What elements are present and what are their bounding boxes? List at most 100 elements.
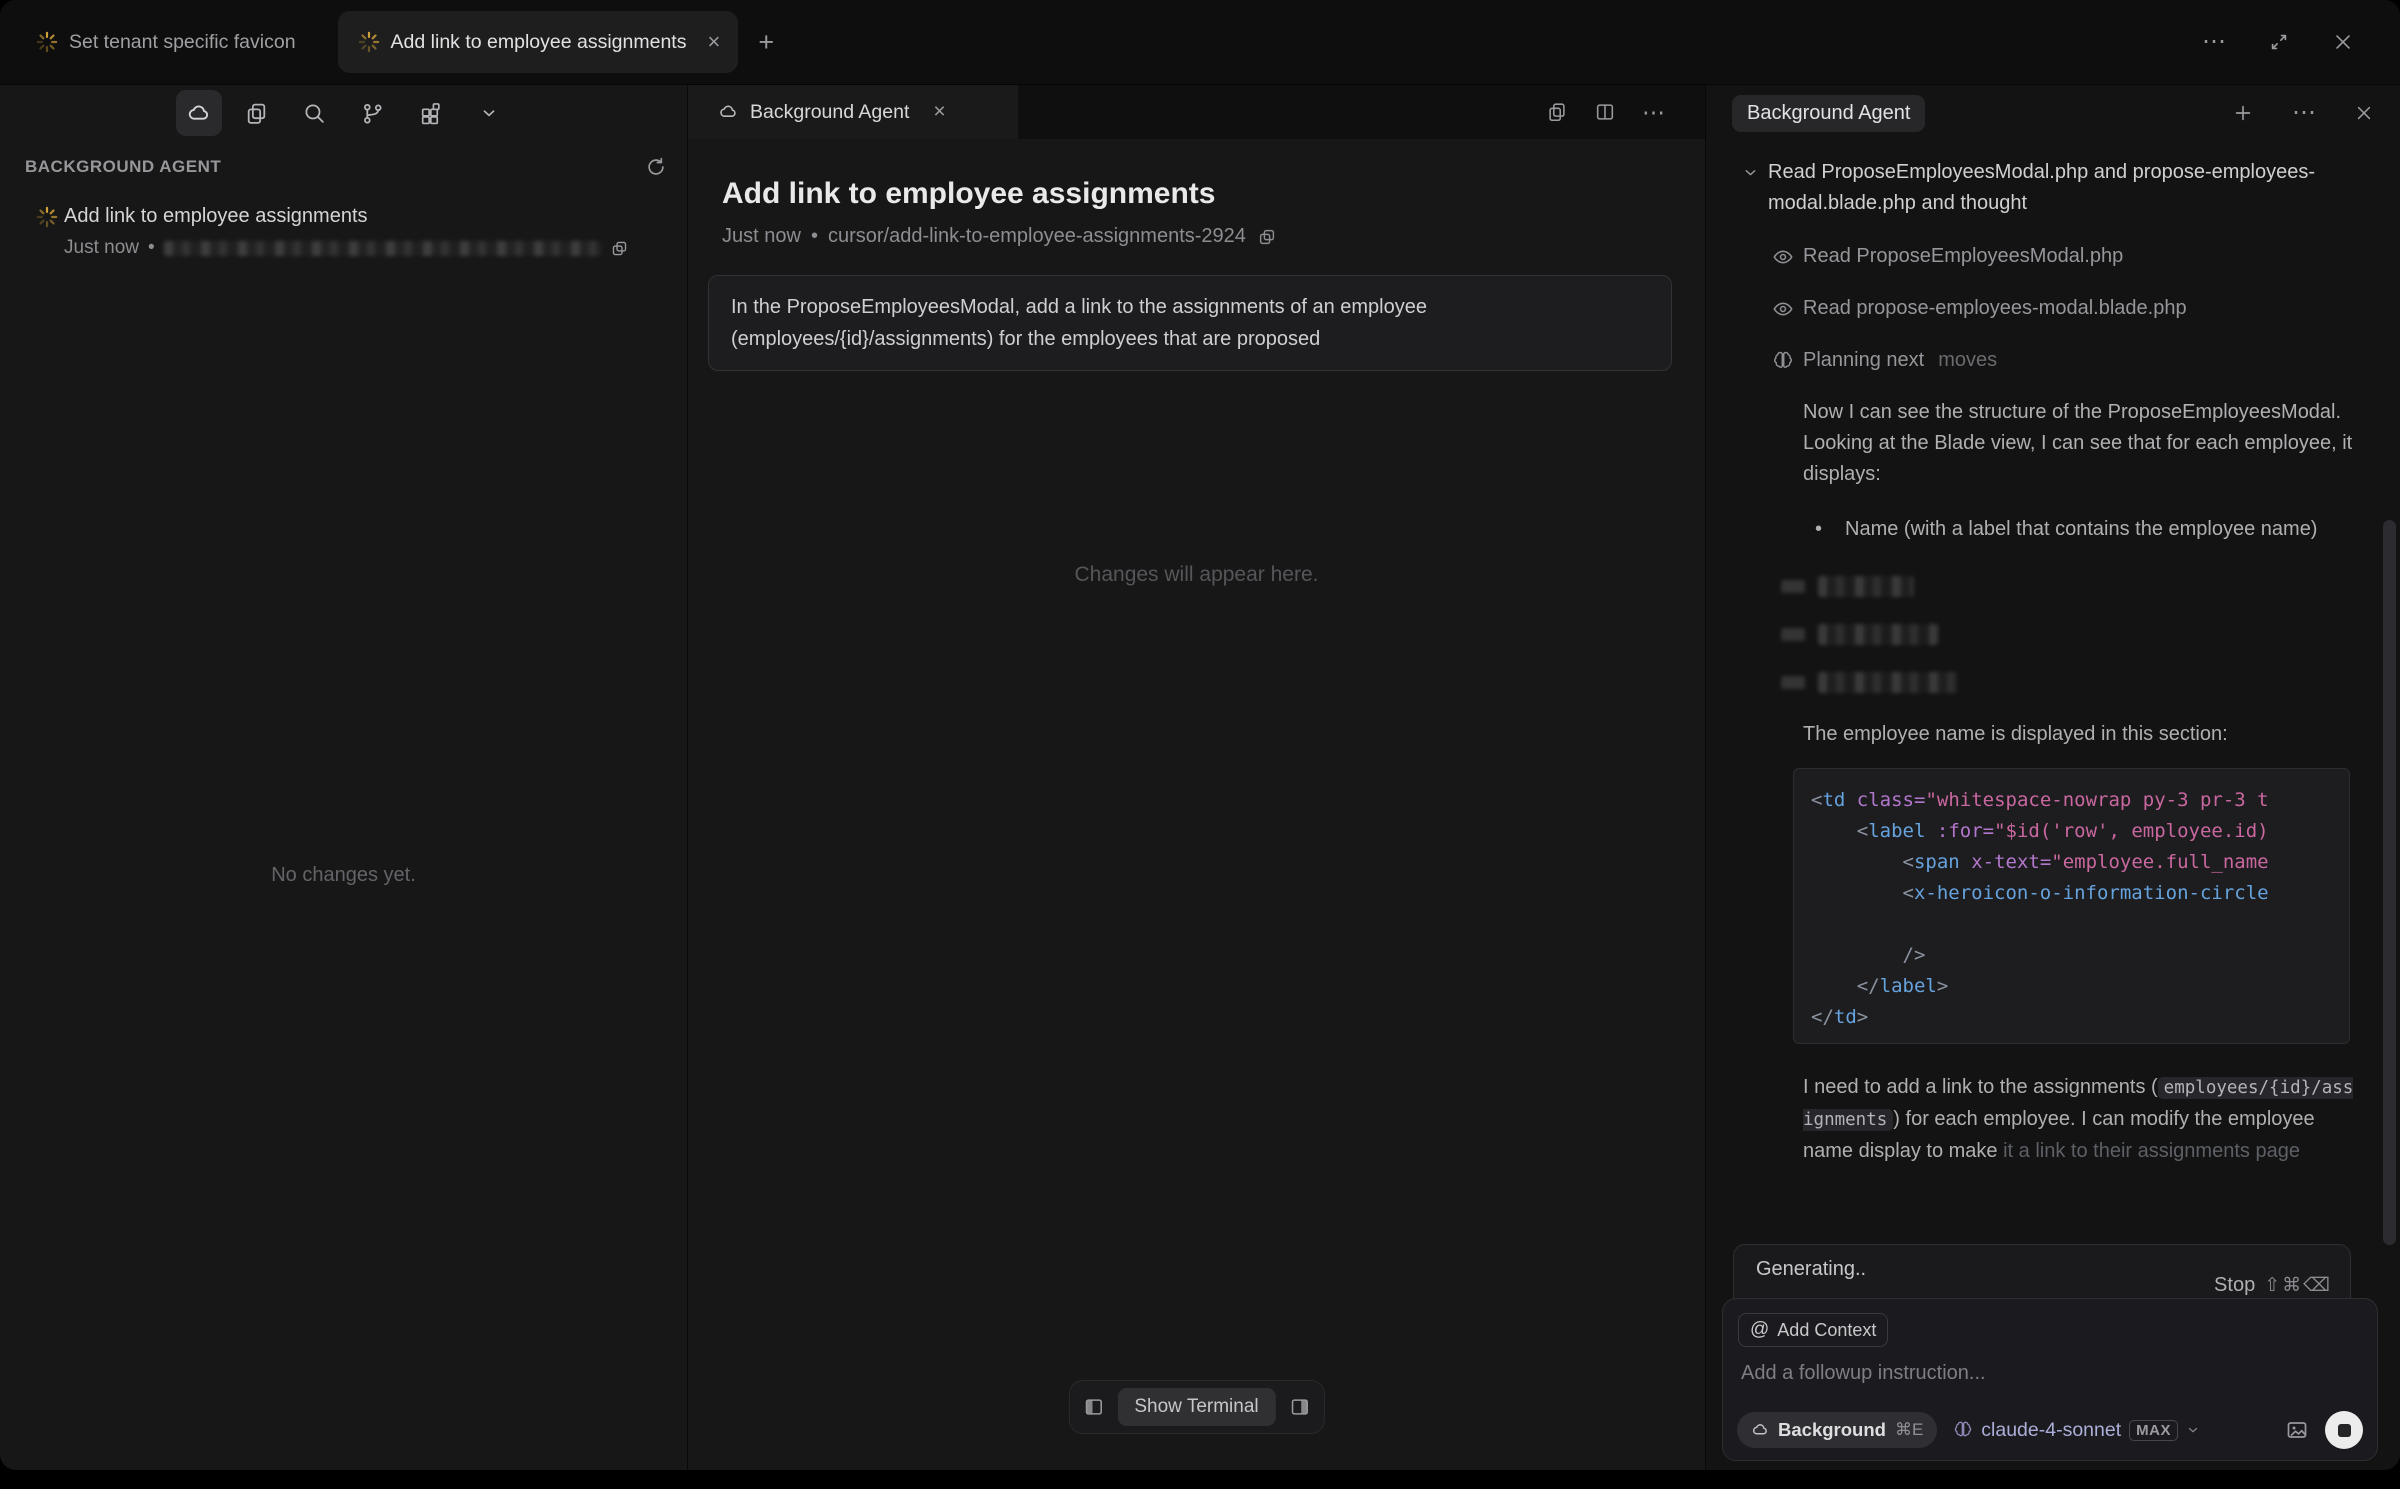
git-branch-icon [360, 101, 385, 126]
agent-chat-panel: Background Agent ⋯ Read ProposeEmployees… [1706, 85, 2400, 1470]
panel-left-icon[interactable] [1082, 1396, 1104, 1418]
tool-call-label-dim: moves [1938, 345, 1997, 376]
more-icon[interactable]: ⋯ [1642, 99, 1665, 126]
more-icon[interactable]: ⋯ [2292, 101, 2316, 125]
new-tab-button[interactable]: + [758, 29, 774, 56]
changes-placeholder: Changes will appear here. [688, 563, 1705, 587]
more-icon[interactable]: ⋯ [2202, 30, 2226, 54]
source-control-button[interactable] [350, 90, 396, 136]
redacted-branch-name [164, 241, 602, 256]
thought-header[interactable]: Read ProposeEmployeesModal.php and propo… [1742, 157, 2360, 219]
editor-tabstrip: Background Agent × ⋯ [688, 85, 1705, 139]
close-tab-icon[interactable]: × [933, 100, 945, 124]
branch-name: cursor/add-link-to-employee-assignments-… [828, 225, 1246, 248]
close-window-icon[interactable] [2332, 31, 2354, 53]
agent-paragraph-followup: I need to add a link to the assignments … [1803, 1072, 2363, 1167]
no-changes-text: No changes yet. [0, 864, 687, 887]
mode-label: Background [1778, 1419, 1886, 1441]
agent-chat-scroll[interactable]: Read ProposeEmployeesModal.php and propo… [1706, 141, 2400, 1240]
chevron-down-icon [1742, 164, 1759, 219]
agent-panel-tab[interactable]: Background Agent [1732, 95, 1925, 132]
spinner-icon [36, 206, 58, 228]
cloud-icon [186, 101, 211, 126]
window-controls: ⋯ [2202, 30, 2400, 54]
show-terminal-button[interactable]: Show Terminal [1117, 1388, 1275, 1426]
brain-icon [1772, 350, 1794, 372]
tool-call-label: Read propose-employees-modal.blade.php [1803, 293, 2187, 324]
mode-shortcut: ⌘E [1895, 1420, 1923, 1440]
editor-tab-label: Background Agent [750, 101, 909, 124]
panel-right-icon[interactable] [1289, 1396, 1311, 1418]
tool-call-label: Read ProposeEmployeesModal.php [1803, 241, 2123, 272]
stop-square-icon [2338, 1424, 2351, 1437]
stop-generation-button[interactable] [2325, 1411, 2363, 1449]
redacted-item [1781, 671, 2400, 693]
scrollbar-thumb[interactable] [2383, 520, 2396, 1245]
close-panel-icon[interactable] [2354, 103, 2374, 123]
eye-icon [1772, 246, 1794, 268]
followup-input-placeholder[interactable]: Add a followup instruction... [1741, 1362, 2362, 1385]
meta-time: Just now [722, 225, 801, 248]
code-block[interactable]: <td class="whitespace-nowrap py-3 pr-3 t… [1793, 768, 2350, 1044]
tool-call-label: Planning next [1803, 345, 1924, 376]
add-context-chip[interactable]: @ Add Context [1738, 1313, 1888, 1347]
copy-icon [244, 101, 269, 126]
sidebar-section-header: BACKGROUND AGENT [25, 156, 667, 178]
more-views-button[interactable] [466, 90, 512, 136]
search-button[interactable] [292, 90, 338, 136]
thought-header-text: Read ProposeEmployeesModal.php and propo… [1768, 157, 2328, 219]
editor-actions: ⋯ [1546, 85, 1705, 139]
spinner-icon [358, 31, 380, 53]
split-editor-icon[interactable] [1594, 101, 1616, 123]
editor-meta: Just now • cursor/add-link-to-employee-a… [722, 225, 1705, 248]
tool-call-planning[interactable]: Planning next moves [1772, 345, 2400, 376]
cloud-icon [718, 102, 738, 122]
model-selector[interactable]: claude-4-sonnet MAX [1953, 1419, 2200, 1442]
brain-icon [1953, 1420, 1973, 1440]
spinner-icon [36, 31, 58, 53]
layout-grid-button[interactable] [408, 90, 454, 136]
agent-list-item[interactable]: Add link to employee assignments Just no… [36, 204, 673, 259]
chevron-down-icon [478, 102, 500, 124]
search-icon [302, 101, 327, 126]
max-badge: MAX [2129, 1420, 2178, 1441]
tab-label: Add link to employee assignments [391, 31, 687, 54]
section-title: BACKGROUND AGENT [25, 157, 221, 177]
copy-icon[interactable] [611, 240, 628, 257]
editor-panel: Background Agent × ⋯ Add link to employe… [688, 85, 1706, 1470]
redacted-list [1706, 575, 2400, 693]
layout-grid-icon [418, 101, 443, 126]
cloud-agents-button[interactable] [176, 90, 222, 136]
refresh-icon[interactable] [645, 156, 667, 178]
copy-icon[interactable] [1546, 101, 1568, 123]
stop-button[interactable]: Stop [2214, 1274, 2255, 1297]
close-tab-icon[interactable]: × [707, 31, 720, 53]
redacted-item [1781, 623, 2400, 645]
page-title: Add link to employee assignments [722, 177, 1705, 211]
agent-item-time: Just now [64, 237, 139, 259]
redacted-item [1781, 575, 2400, 597]
add-context-label: Add Context [1777, 1320, 1876, 1341]
followup-composer[interactable]: @ Add Context Add a followup instruction… [1722, 1298, 2378, 1461]
new-chat-icon[interactable] [2232, 102, 2254, 124]
tab-label: Set tenant specific favicon [69, 31, 296, 54]
agent-item-meta: Just now • [64, 237, 628, 259]
agent-panel-header: Background Agent ⋯ [1706, 85, 2400, 141]
agent-tab-add-link[interactable]: Add link to employee assignments × [338, 11, 739, 73]
tool-call-read-file[interactable]: Read propose-employees-modal.blade.php [1772, 293, 2400, 324]
tool-calls: Read ProposeEmployeesModal.php Read prop… [1706, 241, 2400, 376]
agent-tab-set-tenant-favicon[interactable]: Set tenant specific favicon [36, 31, 296, 54]
dot-separator: • [811, 225, 818, 248]
app-window: Set tenant specific favicon Add link to … [0, 0, 2400, 1470]
attach-image-icon[interactable] [2285, 1418, 2309, 1442]
terminal-bar: Show Terminal [1068, 1380, 1324, 1434]
expand-icon[interactable] [2268, 31, 2290, 53]
mode-selector[interactable]: Background ⌘E [1737, 1412, 1937, 1448]
copy-files-button[interactable] [234, 90, 280, 136]
copy-icon[interactable] [1258, 228, 1276, 246]
editor-tab-background-agent[interactable]: Background Agent × [688, 85, 1018, 139]
tool-call-read-file[interactable]: Read ProposeEmployeesModal.php [1772, 241, 2400, 272]
chevron-down-icon [2186, 1423, 2200, 1437]
agent-paragraph: The employee name is displayed in this s… [1803, 719, 2361, 750]
model-name: claude-4-sonnet [1981, 1419, 2121, 1442]
